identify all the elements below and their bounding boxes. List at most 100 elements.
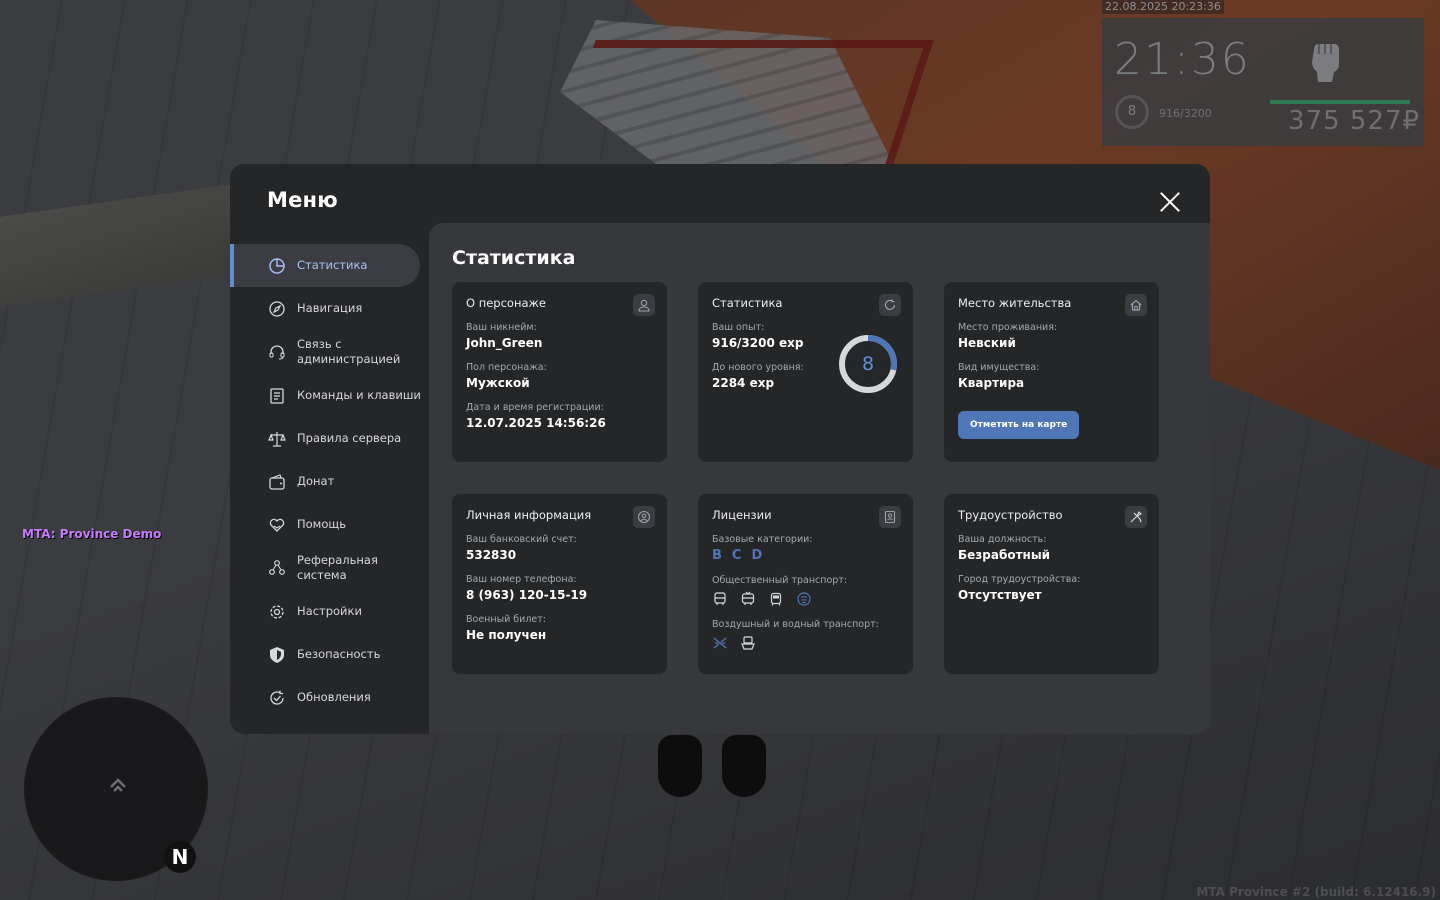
air-water-transport-icons	[712, 635, 899, 651]
sidebar-item-label: Статистика	[297, 258, 368, 272]
sidebar-item-security[interactable]: Безопасность	[230, 633, 429, 676]
radar-minimap: N	[24, 697, 208, 881]
sidebar-item-settings[interactable]: Настройки	[230, 590, 429, 633]
employment-city-value: Отсутствует	[958, 588, 1042, 602]
base-categories-label: Базовые категории:	[712, 534, 813, 545]
hud-panel: 21:36 8 916/3200 375 527₽	[1102, 18, 1424, 146]
house-icon	[1125, 294, 1147, 316]
sidebar-item-statistics[interactable]: Статистика	[230, 244, 420, 287]
bus-icon	[712, 591, 728, 607]
document-list-icon	[267, 386, 287, 406]
build-tag: MTA Province #2 (build: 6.12416.9)	[1196, 885, 1436, 899]
player-arrow-icon	[110, 778, 126, 792]
refresh-icon	[879, 294, 901, 316]
close-button[interactable]	[1158, 190, 1182, 214]
position-value: Безработный	[958, 548, 1051, 562]
registration-label: Дата и время регистрации:	[466, 402, 604, 413]
hud-exp: 916/3200	[1159, 107, 1212, 120]
sidebar-item-updates[interactable]: Обновления	[230, 676, 429, 719]
position-label: Ваша должность:	[958, 534, 1047, 545]
military-id-label: Военный билет:	[466, 614, 546, 625]
card-title: Статистика	[712, 296, 783, 310]
category-c: C	[731, 548, 742, 563]
refresh-check-icon	[267, 688, 287, 708]
gear-icon	[267, 602, 287, 622]
sidebar-item-commands[interactable]: Команды и клавиши	[230, 374, 429, 417]
card-title: Трудоустройство	[958, 508, 1063, 522]
category-b: B	[712, 548, 722, 563]
sidebar-item-rules[interactable]: Правила сервера	[230, 417, 429, 460]
shield-icon	[267, 645, 287, 665]
phone-label: Ваш номер телефона:	[466, 574, 577, 585]
card-title: Место жительства	[958, 296, 1072, 310]
card-title: Личная информация	[466, 508, 592, 522]
gender-label: Пол персонажа:	[466, 362, 547, 373]
card-title: Лицензии	[712, 508, 772, 522]
heart-hands-icon	[267, 515, 287, 535]
player-left-foot	[658, 735, 702, 797]
sidebar-item-label: Команды и клавиши	[297, 388, 421, 402]
card-employment: Трудоустройство Ваша должность: Безработ…	[944, 494, 1159, 674]
fist-icon	[1312, 44, 1339, 82]
sidebar-item-help[interactable]: Помощь	[230, 503, 429, 546]
public-transport-icons	[712, 591, 899, 607]
wallet-icon	[267, 472, 287, 492]
property-type-label: Вид имущества:	[958, 362, 1040, 373]
sidebar-item-referral[interactable]: Реферальная система	[230, 546, 429, 590]
card-character: О персонаже Ваш никнейм: John_Green Пол …	[452, 282, 667, 462]
hud-clock: 21:36	[1114, 34, 1251, 85]
statistics-content: Статистика О персонаже Ваш никнейм: John…	[429, 223, 1210, 734]
headset-icon	[267, 342, 287, 362]
military-id-value: Не получен	[466, 628, 547, 642]
plane-icon	[712, 635, 728, 651]
sidebar-item-contact-admin[interactable]: Связь с администрацией	[230, 330, 429, 374]
content-title: Статистика	[452, 247, 576, 269]
radar-north-marker: N	[164, 841, 196, 873]
sidebar-item-label: Донат	[297, 474, 335, 488]
nickname-label: Ваш никнейм:	[466, 322, 537, 333]
server-tag: MTA: Province Demo	[22, 527, 162, 541]
user-icon	[633, 294, 655, 316]
card-licenses: Лицензии Базовые категории: B C D Общест…	[698, 494, 913, 674]
registration-value: 12.07.2025 14:56:26	[466, 416, 606, 430]
exp-label: Ваш опыт:	[712, 322, 765, 333]
metro-icon	[796, 591, 812, 607]
sidebar-item-label: Помощь	[297, 517, 347, 531]
menu-sidebar: Статистика Навигация Связь с администрац…	[230, 244, 429, 719]
card-stats: Статистика Ваш опыт: 916/3200 exp До нов…	[698, 282, 913, 462]
sidebar-item-label: Безопасность	[297, 647, 381, 661]
referral-users-icon	[267, 558, 287, 578]
card-title: О персонаже	[466, 296, 546, 310]
menu-title: Меню	[267, 188, 338, 212]
license-categories: B C D	[712, 548, 899, 563]
employment-city-label: Город трудоустройства:	[958, 574, 1081, 585]
phone-value: 8 (963) 120-15-19	[466, 588, 588, 602]
residence-place-value: Невский	[958, 336, 1016, 350]
hud-money: 375 527₽	[1288, 106, 1421, 136]
air-water-transport-label: Воздушный и водный транспорт:	[712, 619, 879, 630]
sidebar-item-label: Правила сервера	[297, 431, 402, 445]
tools-icon	[1125, 506, 1147, 528]
sidebar-item-navigation[interactable]: Навигация	[230, 287, 429, 330]
player-right-foot	[722, 735, 766, 797]
level-progress-ring: 8	[838, 334, 898, 394]
bank-account-value: 532830	[466, 548, 517, 562]
level-value: 8	[861, 353, 875, 375]
hud-level-ring: 8	[1115, 95, 1149, 129]
menu-window: Меню Статистика Навигация Связь с админи…	[230, 164, 1210, 734]
category-d: D	[751, 548, 763, 563]
sidebar-item-donate[interactable]: Донат	[230, 460, 429, 503]
tram-icon	[768, 591, 784, 607]
trolleybus-icon	[740, 591, 756, 607]
hud-datetime: 22.08.2025 20:23:36	[1102, 0, 1224, 14]
mark-on-map-button[interactable]: Отметить на карте	[958, 411, 1080, 439]
public-transport-label: Общественный транспорт:	[712, 575, 848, 586]
id-card-icon	[879, 506, 901, 528]
card-residence: Место жительства Место проживания: Невск…	[944, 282, 1159, 462]
sidebar-item-label: Настройки	[297, 604, 362, 618]
boat-icon	[740, 635, 756, 651]
hud-level: 8	[1127, 104, 1137, 119]
compass-icon	[267, 299, 287, 319]
user-circle-icon	[633, 506, 655, 528]
residence-place-label: Место проживания:	[958, 322, 1058, 333]
